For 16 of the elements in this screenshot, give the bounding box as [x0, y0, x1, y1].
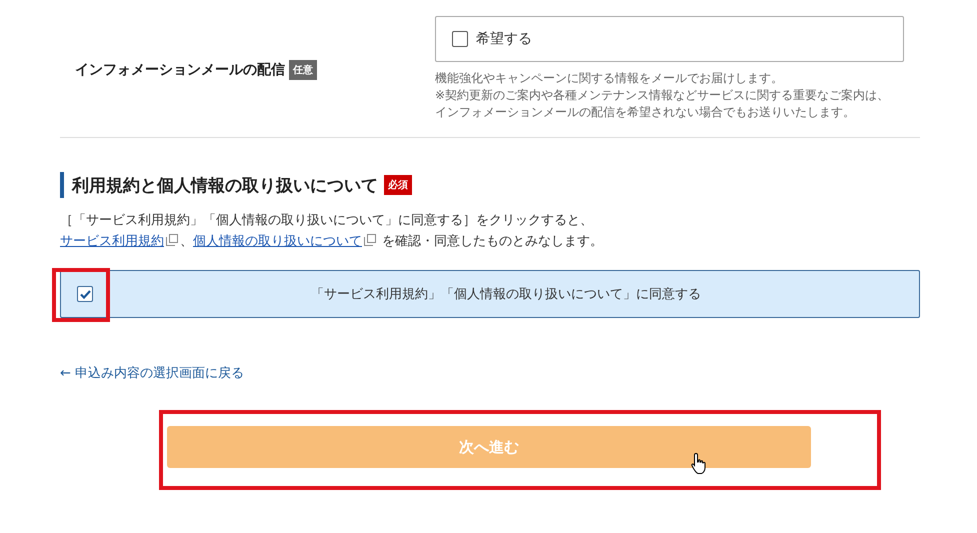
- separator-text: 、: [180, 234, 193, 249]
- section-heading: 利用規約と個人情報の取り扱いについて: [72, 174, 378, 196]
- agree-option[interactable]: 「サービス利用規約」「個人情報の取り扱いについて」に同意する: [60, 270, 920, 318]
- privacy-link[interactable]: 個人情報の取り扱いについて: [193, 234, 362, 249]
- required-badge: 必須: [384, 175, 412, 195]
- terms-link[interactable]: サービス利用規約: [60, 234, 164, 249]
- note-text: 機能強化やキャンペーンに関する情報をメールでお届けします。: [435, 70, 784, 87]
- description-text: を確認・同意したものとみなします。: [382, 234, 604, 249]
- note-text: ※契約更新のご案内や各種メンテナンス情報などサービスに関する重要なご案内は、: [435, 87, 890, 104]
- agree-label: 「サービス利用規約」「個人情報の取り扱いについて」に同意する: [310, 286, 702, 303]
- note-text: インフォメーションメールの配信を希望されない場合でもお送りいたします。: [435, 104, 856, 121]
- optional-badge: 任意: [289, 60, 317, 80]
- field-label: インフォメーションメールの配信: [75, 61, 285, 79]
- description-text: ［「サービス利用規約」「個人情報の取り扱いについて」に同意する］をクリックすると、: [60, 213, 593, 228]
- newsletter-option[interactable]: 希望する: [435, 16, 904, 62]
- back-link[interactable]: ← 申込み内容の選択画面に戻る: [60, 364, 244, 382]
